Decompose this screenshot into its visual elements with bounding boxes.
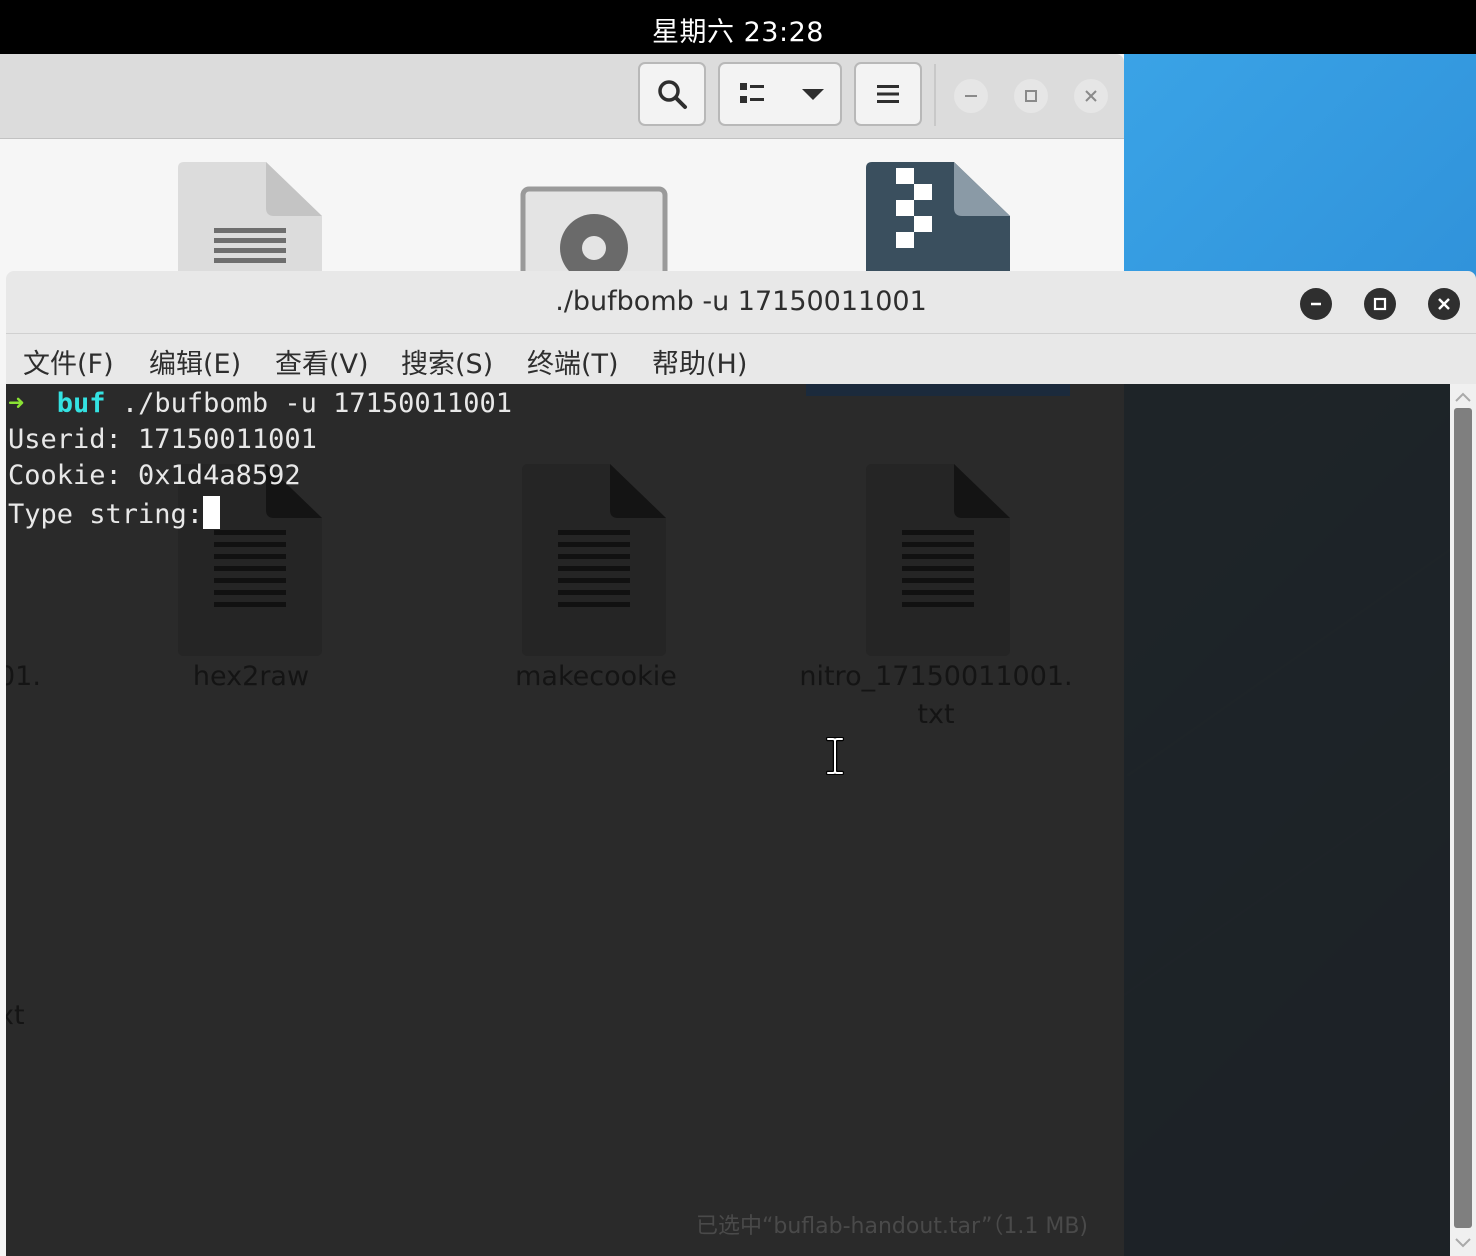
- ghost-file-label: makecookie: [515, 661, 677, 692]
- menu-edit[interactable]: 编辑(E): [149, 342, 241, 381]
- fm-minimize-button[interactable]: [954, 79, 988, 113]
- hamburger-icon: [877, 85, 899, 103]
- text-file-icon[interactable]: [178, 162, 324, 272]
- ghost-file-label: xt: [6, 1000, 25, 1031]
- minimize-icon: [965, 95, 977, 97]
- terminal-output[interactable]: 01. hex2raw makecookie nitro_17150011001…: [6, 384, 1450, 1256]
- ghost-status-bar: 已选中“buflab-handout.tar”（1.1 MB): [696, 1214, 1089, 1239]
- executable-file-icon[interactable]: [520, 186, 668, 272]
- command-text: ./bufbomb -u 17150011001: [121, 388, 512, 419]
- view-options-button[interactable]: [718, 62, 842, 126]
- maximize-icon: [1373, 297, 1387, 311]
- prompt-directory: buf: [56, 388, 106, 419]
- ghost-file-icon: [866, 464, 1010, 656]
- list-view-icon: [740, 83, 764, 103]
- prompt-line: ➜ buf ./bufbomb -u 17150011001: [8, 388, 512, 419]
- menu-terminal[interactable]: 终端(T): [527, 342, 619, 381]
- ghost-file-icon: [178, 464, 322, 656]
- ghost-file-label: hex2raw: [192, 661, 310, 692]
- text-cursor: [203, 496, 221, 529]
- menu-button[interactable]: [854, 62, 922, 126]
- scroll-up-arrow-icon[interactable]: [1450, 388, 1476, 406]
- terminal-menubar: 文件(F) 编辑(E) 查看(V) 搜索(S) 终端(T) 帮助(H): [6, 334, 1476, 384]
- menu-search[interactable]: 搜索(S): [401, 342, 493, 381]
- fm-close-button[interactable]: [1074, 79, 1108, 113]
- menu-file[interactable]: 文件(F): [23, 342, 114, 381]
- clock[interactable]: 星期六 23:28: [0, 10, 1476, 49]
- fm-maximize-button[interactable]: [1014, 79, 1048, 113]
- file-manager-header: [0, 54, 1124, 139]
- ghost-selected-file-highlight: [806, 384, 1070, 396]
- menu-help[interactable]: 帮助(H): [652, 342, 747, 381]
- terminal-close-button[interactable]: [1428, 288, 1460, 320]
- maximize-icon: [1025, 90, 1037, 102]
- chevron-down-icon: [802, 89, 824, 100]
- search-button[interactable]: [638, 62, 706, 126]
- prompt-arrow: ➜: [8, 388, 25, 419]
- output-line: Userid: 17150011001: [8, 424, 317, 455]
- terminal-scrollbar[interactable]: [1450, 384, 1476, 1256]
- ghost-file-label: nitro_17150011001.: [799, 661, 1073, 692]
- close-icon: [1085, 90, 1097, 102]
- terminal-minimize-button[interactable]: [1300, 288, 1332, 320]
- ibeam-cursor-icon: [826, 737, 844, 775]
- close-icon: [1438, 298, 1450, 310]
- menu-view[interactable]: 查看(V): [275, 342, 369, 381]
- ghost-file-label: txt: [917, 699, 955, 730]
- ghost-file-icon: [522, 464, 666, 656]
- search-icon: [658, 80, 687, 109]
- terminal-window: ./bufbomb -u 17150011001 文件(F) 编辑(E) 查看(…: [6, 271, 1476, 1256]
- scroll-down-arrow-icon[interactable]: [1450, 1234, 1476, 1252]
- toolbar-separator: [934, 64, 936, 126]
- scrollbar-thumb[interactable]: [1454, 408, 1472, 1228]
- ghost-file-label: 01.: [6, 661, 41, 692]
- terminal-maximize-button[interactable]: [1364, 288, 1396, 320]
- archive-file-icon[interactable]: [866, 162, 1012, 272]
- input-line: Type string:: [8, 496, 221, 530]
- terminal-titlebar[interactable]: ./bufbomb -u 17150011001: [6, 271, 1476, 334]
- terminal-title: ./bufbomb -u 17150011001: [555, 286, 927, 317]
- top-bar: 星期六 23:28: [0, 0, 1476, 54]
- output-line: Type string:: [8, 499, 204, 530]
- minimize-icon: [1311, 302, 1321, 306]
- output-line: Cookie: 0x1d4a8592: [8, 460, 301, 491]
